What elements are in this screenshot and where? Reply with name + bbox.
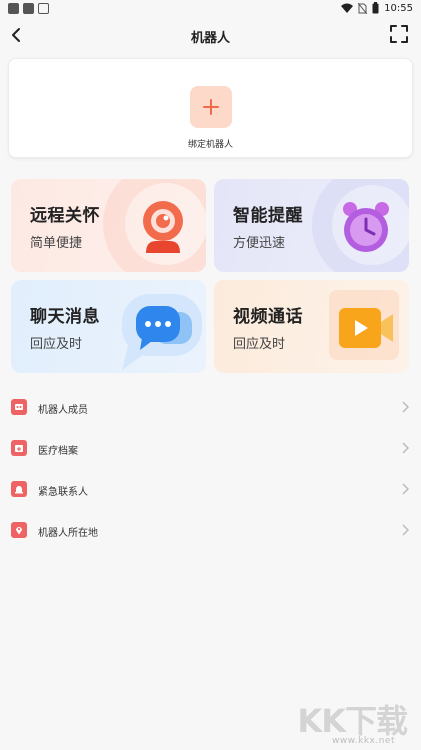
battery-icon bbox=[372, 2, 379, 14]
navigation-bar: 机器人 bbox=[0, 18, 421, 52]
robot-members-icon bbox=[11, 399, 27, 415]
page-title: 机器人 bbox=[190, 31, 230, 46]
notification-icons bbox=[8, 3, 49, 14]
notification-icon bbox=[23, 3, 34, 14]
watermark-url: www.kkx.net bbox=[332, 736, 395, 746]
video-icon bbox=[339, 308, 393, 348]
chevron-right-icon bbox=[402, 483, 409, 495]
remote-care-card[interactable]: 远程关怀 简单便捷 bbox=[11, 179, 206, 272]
status-time: 10:55 bbox=[384, 2, 413, 14]
card-title: 聊天消息 bbox=[30, 307, 100, 327]
smart-reminder-card[interactable]: 智能提醒 方便迅速 bbox=[214, 179, 409, 272]
menu-item-label: 紧急联系人 bbox=[38, 487, 88, 498]
no-sim-icon bbox=[358, 2, 368, 14]
wifi-icon bbox=[341, 3, 354, 13]
menu-item-emergency-contacts[interactable]: 紧急联系人 bbox=[0, 469, 421, 510]
fullscreen-scan-icon[interactable] bbox=[390, 25, 408, 43]
alarm-clock-icon bbox=[343, 202, 389, 252]
card-title: 智能提醒 bbox=[233, 206, 303, 226]
bind-robot-label: 绑定机器人 bbox=[187, 140, 233, 150]
card-subtitle: 回应及时 bbox=[233, 337, 286, 352]
menu-item-label: 机器人所在地 bbox=[38, 528, 98, 539]
card-subtitle: 回应及时 bbox=[30, 337, 83, 352]
menu-item-label: 机器人成员 bbox=[38, 405, 88, 416]
chat-message-card[interactable]: 聊天消息 回应及时 bbox=[11, 280, 206, 373]
video-call-card[interactable]: 视频通话 回应及时 bbox=[214, 280, 409, 373]
chat-bubble-icon bbox=[136, 306, 192, 350]
emergency-contact-icon bbox=[11, 481, 27, 497]
chevron-right-icon bbox=[402, 442, 409, 454]
add-robot-button[interactable] bbox=[190, 86, 232, 128]
chevron-right-icon bbox=[402, 401, 409, 413]
location-pin-icon bbox=[11, 522, 27, 538]
bind-robot-card: 绑定机器人 bbox=[8, 58, 413, 158]
notification-icon bbox=[8, 3, 19, 14]
menu-item-robot-members[interactable]: 机器人成员 bbox=[0, 387, 421, 428]
card-title: 远程关怀 bbox=[30, 206, 100, 226]
card-subtitle: 方便迅速 bbox=[233, 236, 286, 251]
menu-item-robot-location[interactable]: 机器人所在地 bbox=[0, 510, 421, 551]
notification-icon bbox=[38, 3, 49, 14]
menu-list: 机器人成员 医疗档案 紧急联系人 机器人所在地 bbox=[0, 387, 421, 551]
medical-record-icon bbox=[11, 440, 27, 456]
menu-item-medical-records[interactable]: 医疗档案 bbox=[0, 428, 421, 469]
status-bar: 10:55 bbox=[0, 0, 421, 18]
camera-icon bbox=[143, 201, 183, 253]
chevron-right-icon bbox=[402, 524, 409, 536]
plus-icon bbox=[203, 99, 219, 115]
card-subtitle: 简单便捷 bbox=[30, 236, 83, 251]
card-title: 视频通话 bbox=[233, 307, 303, 327]
menu-item-label: 医疗档案 bbox=[38, 446, 78, 457]
